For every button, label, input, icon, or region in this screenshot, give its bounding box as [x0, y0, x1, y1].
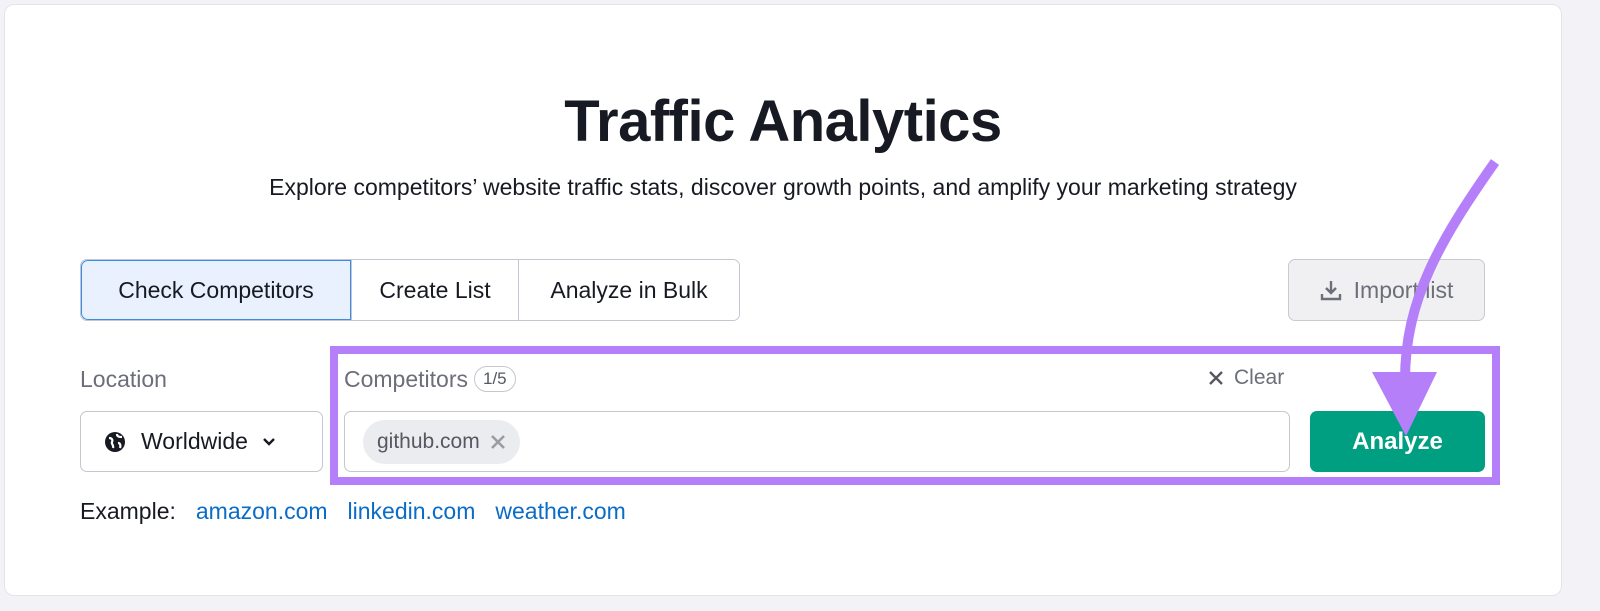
- arrow-head: [1372, 372, 1437, 436]
- arrow-shaft: [1400, 159, 1500, 381]
- annotation-arrow: [1372, 159, 1500, 436]
